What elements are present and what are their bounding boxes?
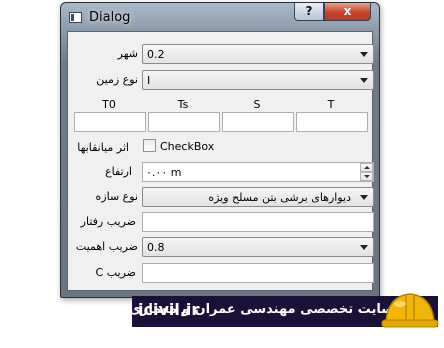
t0-input[interactable] bbox=[74, 112, 146, 132]
infill-effect-checkbox-label[interactable]: CheckBox bbox=[160, 140, 214, 153]
spin-down-icon[interactable] bbox=[360, 172, 373, 181]
height-spinbox[interactable]: ۰.۰۰ m bbox=[142, 162, 374, 182]
banner-tagline: سایت تخصصی مهندسی عمران و معماری bbox=[128, 302, 394, 317]
t-input[interactable] bbox=[296, 112, 368, 132]
soil-type-combobox[interactable]: I bbox=[142, 70, 374, 90]
infill-effect-checkbox[interactable] bbox=[143, 139, 156, 152]
coefficient-c-input[interactable] bbox=[142, 263, 374, 283]
header-s: S bbox=[253, 98, 261, 111]
soil-type-label: نوع زمین bbox=[96, 73, 138, 86]
structure-type-combobox[interactable]: دیوارهای برشی بتن مسلح ویژه bbox=[142, 187, 374, 207]
city-combobox[interactable]: 0.2 bbox=[142, 44, 374, 64]
header-t0: T0 bbox=[102, 98, 116, 111]
hard-hat-icon bbox=[381, 293, 439, 328]
coefficient-c-label: ضریب C bbox=[95, 266, 136, 279]
header-ts: Ts bbox=[177, 98, 189, 111]
dialog-window: Dialog ? x 0.2 شهر I نوع زمین T0 Ts S T … bbox=[60, 2, 380, 298]
spin-up-icon[interactable] bbox=[360, 163, 373, 172]
window-icon bbox=[69, 12, 82, 23]
header-t: T bbox=[327, 98, 335, 111]
importance-factor-label: ضریب اهمیت bbox=[75, 240, 138, 253]
city-combobox-value: 0.2 bbox=[147, 48, 165, 61]
structure-type-combobox-value: دیوارهای برشی بتن مسلح ویژه bbox=[208, 191, 351, 204]
infill-effect-label: اثر میانقابها bbox=[77, 141, 129, 154]
help-button[interactable]: ? bbox=[294, 3, 324, 21]
s-input[interactable] bbox=[222, 112, 294, 132]
title-bar[interactable]: Dialog ? x bbox=[61, 3, 379, 31]
window-title: Dialog bbox=[89, 10, 131, 25]
behavior-factor-input[interactable] bbox=[142, 212, 374, 232]
ts-input[interactable] bbox=[148, 112, 220, 132]
importance-factor-combobox[interactable]: 0.8 bbox=[142, 237, 374, 257]
close-button[interactable]: x bbox=[324, 3, 371, 21]
structure-type-label: نوع سازه bbox=[95, 190, 138, 203]
height-spinbox-value: ۰.۰۰ m bbox=[146, 166, 182, 179]
importance-factor-combobox-value: 0.8 bbox=[147, 241, 165, 254]
height-label: ارتفاع bbox=[105, 165, 132, 178]
chevron-down-icon bbox=[360, 78, 368, 83]
behavior-factor-label: ضریب رفتار bbox=[80, 215, 136, 228]
dialog-client-area: 0.2 شهر I نوع زمین T0 Ts S T اثر میانقاب… bbox=[67, 31, 374, 291]
chevron-down-icon bbox=[360, 52, 368, 57]
chevron-down-icon bbox=[360, 245, 368, 250]
city-label: شهر bbox=[117, 47, 138, 60]
soil-type-combobox-value: I bbox=[147, 74, 151, 87]
chevron-down-icon bbox=[360, 195, 368, 200]
